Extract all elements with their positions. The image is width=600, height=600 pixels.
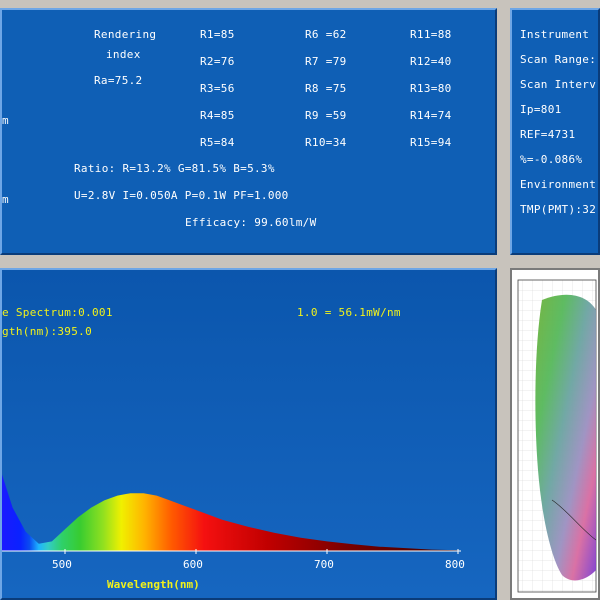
photometric-parameters-panel: m m Rendering index Ra=75.2 R1=85 R2=76 … <box>0 8 497 255</box>
r8-value: R8 =75 <box>305 82 347 95</box>
r2-value: R2=76 <box>200 55 235 68</box>
x-tick-label: 500 <box>52 558 72 571</box>
r9-value: R9 =59 <box>305 109 347 122</box>
instrument-line: Instrument <box>520 28 590 41</box>
r10-value: R10=34 <box>305 136 347 149</box>
cut-label-fragment: m <box>2 193 9 206</box>
x-tick-label: 700 <box>314 558 334 571</box>
rendering-label: Rendering <box>94 28 157 41</box>
r4-value: R4=85 <box>200 109 235 122</box>
instrument-line: TMP(PMT):32 <box>520 203 597 216</box>
electrical-readout: U=2.8V I=0.050A P=0.1W PF=1.000 <box>74 189 289 202</box>
instrument-line: Scan Interv <box>520 78 597 91</box>
x-tick-label: 600 <box>183 558 203 571</box>
rendering-label-index: index <box>106 48 141 61</box>
spectrum-area <box>2 474 458 551</box>
instrument-line: REF=4731 <box>520 128 576 141</box>
r13-value: R13=80 <box>410 82 452 95</box>
r12-value: R12=40 <box>410 55 452 68</box>
spectrum-chart: 500 600 700 800 Wavelength(nm) <box>2 474 465 591</box>
cie-diagram-panel <box>510 268 600 600</box>
r7-value: R7 =79 <box>305 55 347 68</box>
cut-label-fragment: m <box>2 114 9 127</box>
x-axis-label: Wavelength(nm) <box>107 578 200 591</box>
r3-value: R3=56 <box>200 82 235 95</box>
r6-value: R6 =62 <box>305 28 347 41</box>
instrument-line: Ip=801 <box>520 103 562 116</box>
x-tick-label: 800 <box>445 558 465 571</box>
instrument-line: Scan Range: <box>520 53 597 66</box>
r11-value: R11=88 <box>410 28 452 41</box>
spectrum-panel: e Spectrum:0.001 gth(nm):395.0 1.0 = 56.… <box>0 268 497 600</box>
instrument-info-panel: Instrument Scan Range: Scan Interv Ip=80… <box>510 8 600 255</box>
instrument-line: %=-0.086% <box>520 153 583 166</box>
r1-value: R1=85 <box>200 28 235 41</box>
r5-value: R5=84 <box>200 136 235 149</box>
efficacy-readout: Efficacy: 99.60lm/W <box>185 216 317 229</box>
instrument-line: Environment <box>520 178 597 191</box>
ratio-readout: Ratio: R=13.2% G=81.5% B=5.3% <box>74 162 275 175</box>
cie-diagram <box>517 279 597 593</box>
ra-value: Ra=75.2 <box>94 74 143 87</box>
r14-value: R14=74 <box>410 109 452 122</box>
r15-value: R15=94 <box>410 136 452 149</box>
